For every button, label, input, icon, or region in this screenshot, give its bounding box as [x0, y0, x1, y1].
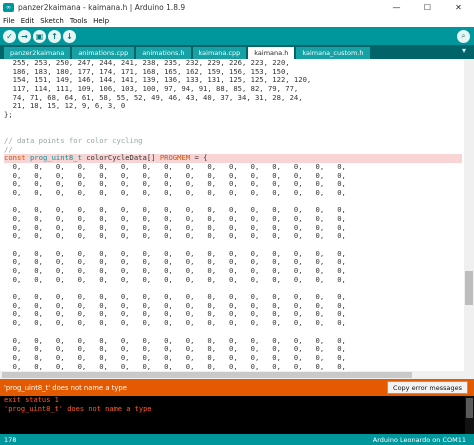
toolbar: ✓ → ▣ ↑ ↓ ⌕ [0, 27, 474, 45]
code-line[interactable]: 0, 0, 0, 0, 0, 0, 0, 0, 0, 0, 0, 0, 0, 0… [4, 362, 462, 372]
file-tabs: panzer2kaimana animations.cpp animations… [0, 45, 474, 59]
code-line[interactable] [4, 120, 462, 129]
maximize-button[interactable]: ☐ [412, 0, 443, 15]
close-button[interactable]: ✕ [443, 0, 474, 15]
error-bar: 'prog_uint8_t' does not name a type Copy… [0, 379, 474, 396]
tab-animations-h[interactable]: animations.h [136, 47, 191, 59]
error-message: 'prog_uint8_t' does not name a type [4, 383, 127, 392]
line-number: 178 [4, 435, 17, 444]
open-sketch-button[interactable]: ↑ [48, 29, 61, 43]
arduino-logo-icon: ∞ [3, 3, 14, 12]
tab-animations-cpp[interactable]: animations.cpp [72, 47, 135, 59]
console-line: 'prog_uint8_t' does not name a type [4, 404, 152, 413]
save-sketch-button[interactable]: ↓ [63, 29, 76, 43]
editor-vertical-scrollbar[interactable] [464, 59, 474, 379]
verify-button[interactable]: ✓ [3, 29, 16, 43]
code-line[interactable]: 0, 0, 0, 0, 0, 0, 0, 0, 0, 0, 0, 0, 0, 0… [4, 188, 462, 198]
serial-monitor-button[interactable]: ⌕ [457, 30, 470, 43]
arduino-ide-window: ∞ panzer2kaimana - kaimana.h | Arduino 1… [0, 0, 474, 445]
editor-vertical-scroll-thumb[interactable] [465, 271, 473, 305]
code-line[interactable]: 21, 18, 15, 12, 9, 6, 3, 0 [4, 102, 462, 111]
code-editor[interactable]: 255, 253, 250, 247, 244, 241, 238, 235, … [0, 59, 474, 379]
code-comment: // data points for color cycling [4, 136, 143, 146]
window-title: panzer2kaimana - kaimana.h | Arduino 1.8… [18, 3, 186, 12]
menu-bar: File Edit Sketch Tools Help [0, 15, 474, 27]
title-bar: ∞ panzer2kaimana - kaimana.h | Arduino 1… [0, 0, 474, 15]
new-sketch-button[interactable]: ▣ [33, 29, 46, 43]
tab-kaimana-h[interactable]: kaimana.h [248, 47, 295, 59]
console-output[interactable]: exit status 1 'prog_uint8_t' does not na… [0, 396, 474, 434]
editor-horizontal-scrollbar[interactable] [0, 371, 464, 379]
status-bar: 178 Arduino Leonardo on COM11 [0, 434, 474, 445]
code-line[interactable]: }; [4, 110, 462, 120]
tab-kaimana-custom-h[interactable]: kaimana_custom.h [296, 47, 370, 59]
tab-menu-icon[interactable]: ▾ [458, 46, 470, 58]
tab-kaimana-cpp[interactable]: kaimana.cpp [192, 47, 247, 59]
code-keyword: const [4, 153, 30, 163]
console-scrollbar[interactable] [465, 396, 474, 434]
upload-button[interactable]: → [18, 29, 31, 43]
code-text[interactable]: 255, 253, 250, 247, 244, 241, 238, 235, … [4, 59, 462, 379]
menu-help[interactable]: Help [93, 17, 109, 25]
board-port-status: Arduino Leonardo on COM11 [372, 435, 466, 444]
code-keyword: PROGMEM [159, 153, 195, 163]
menu-sketch[interactable]: Sketch [40, 17, 64, 25]
code-token: { [203, 153, 208, 163]
tab-panzer2kaimana[interactable]: panzer2kaimana [4, 47, 71, 59]
minimize-button[interactable]: — [381, 0, 412, 15]
menu-file[interactable]: File [3, 17, 15, 25]
menu-edit[interactable]: Edit [21, 17, 35, 25]
editor-horizontal-scroll-thumb[interactable] [2, 372, 412, 378]
code-line[interactable]: 0, 0, 0, 0, 0, 0, 0, 0, 0, 0, 0, 0, 0, 0… [4, 275, 462, 285]
code-token: colorCycleData[] [86, 153, 160, 163]
code-type: prog_uint8_t [29, 153, 87, 163]
code-line[interactable]: 0, 0, 0, 0, 0, 0, 0, 0, 0, 0, 0, 0, 0, 0… [4, 232, 462, 241]
code-token: = [194, 153, 204, 163]
console-line: exit status 1 [4, 396, 59, 404]
code-comment: // [4, 144, 13, 154]
menu-tools[interactable]: Tools [70, 17, 87, 25]
code-line[interactable]: 0, 0, 0, 0, 0, 0, 0, 0, 0, 0, 0, 0, 0, 0… [4, 318, 462, 328]
copy-error-messages-button[interactable]: Copy error messages [387, 381, 468, 394]
console-scroll-thumb[interactable] [466, 398, 473, 418]
code-line[interactable]: // data points for color cycling [4, 136, 462, 146]
